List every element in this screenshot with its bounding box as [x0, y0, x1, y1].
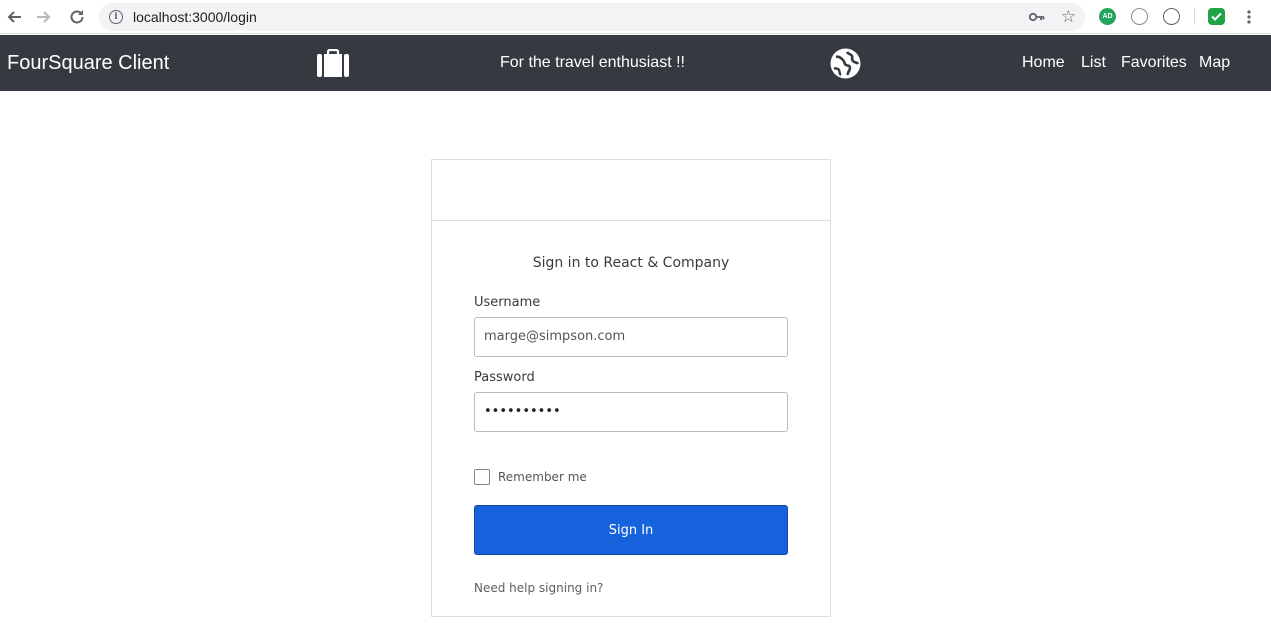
reload-icon[interactable] — [66, 6, 88, 28]
app-navbar: FourSquare Client For the travel enthusi… — [0, 35, 1271, 91]
adguard-icon[interactable]: AD — [1099, 8, 1116, 25]
username-field[interactable]: marge@simpson.com — [474, 317, 788, 357]
username-value[interactable]: marge@simpson.com — [484, 329, 625, 344]
key-icon[interactable] — [1028, 9, 1045, 25]
nav-link-home[interactable]: Home — [1022, 54, 1065, 72]
address-bar[interactable]: i localhost:3000/login ☆ — [99, 3, 1085, 31]
remember-me-label[interactable]: Remember me — [498, 470, 587, 484]
login-card: Sign in to React & Company Username marg… — [431, 159, 831, 617]
info-icon[interactable]: i — [109, 10, 123, 24]
shield-check-icon[interactable] — [1208, 8, 1225, 25]
need-help-link[interactable]: Need help signing in? — [474, 581, 603, 595]
password-label: Password — [474, 370, 535, 385]
password-value[interactable]: •••••••••• — [484, 404, 561, 419]
url-text[interactable]: localhost:3000/login — [133, 9, 257, 25]
nav-link-list[interactable]: List — [1081, 54, 1106, 72]
username-label: Username — [474, 295, 541, 310]
extension-icon[interactable] — [1131, 8, 1148, 25]
star-icon[interactable]: ☆ — [1061, 7, 1076, 27]
tagline: For the travel enthusiast !! — [500, 54, 685, 71]
login-title: Sign in to React & Company — [532, 255, 730, 271]
nav-link-favorites[interactable]: Favorites — [1121, 54, 1187, 72]
sign-in-button[interactable]: Sign In — [474, 505, 788, 555]
browser-toolbar: i localhost:3000/login ☆ AD — [0, 0, 1271, 34]
remember-me-checkbox[interactable] — [474, 469, 490, 485]
nav-link-map[interactable]: Map — [1199, 54, 1230, 72]
extension-icon[interactable] — [1163, 8, 1180, 25]
back-icon[interactable] — [3, 6, 25, 28]
suitcase-icon — [317, 48, 349, 77]
password-field[interactable]: •••••••••• — [474, 392, 788, 432]
globe-icon — [830, 48, 861, 79]
more-icon[interactable] — [1238, 6, 1260, 28]
brand-title[interactable]: FourSquare Client — [7, 52, 169, 75]
login-card-header — [432, 160, 830, 221]
toolbar-divider — [1194, 8, 1195, 25]
forward-icon[interactable] — [33, 6, 55, 28]
